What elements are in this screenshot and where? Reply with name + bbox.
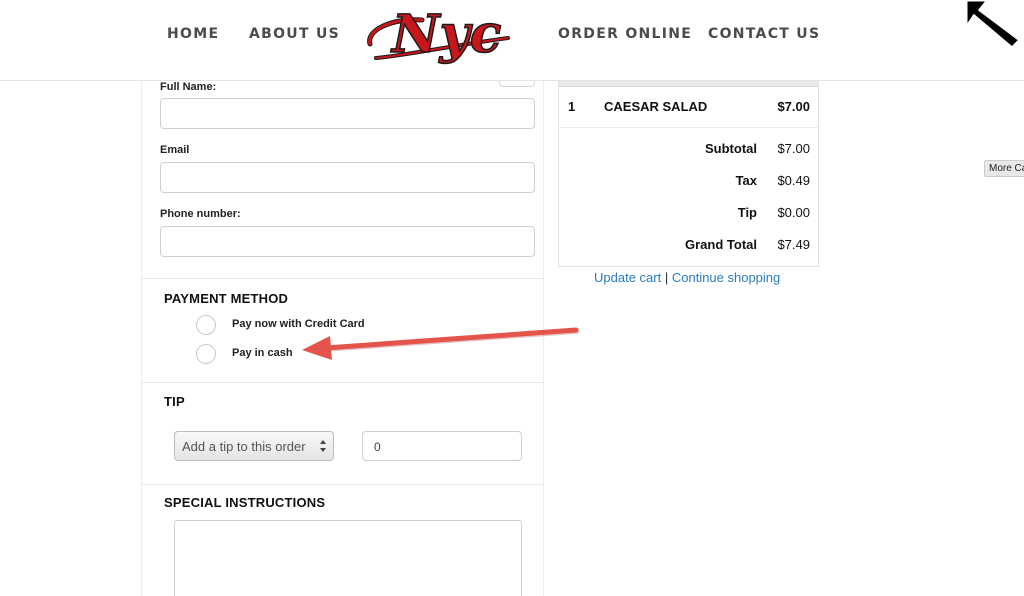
tip-select-value: Add a tip to this order — [182, 439, 306, 454]
grand-total-value: $7.49 — [777, 237, 810, 252]
nav-about-link[interactable]: ABOUT US — [249, 26, 340, 42]
update-cart-link[interactable]: Update cart — [594, 270, 661, 285]
cash-radio[interactable] — [196, 344, 216, 364]
section-divider — [142, 484, 544, 485]
special-instructions-textarea[interactable] — [174, 520, 522, 596]
cart-item-qty: 1 — [568, 99, 576, 114]
credit-card-radio[interactable] — [196, 315, 216, 335]
phone-input[interactable] — [160, 226, 535, 257]
full-name-label: Full Name: — [160, 81, 217, 93]
full-name-input[interactable] — [160, 98, 535, 129]
phone-label: Phone number: — [160, 208, 241, 220]
cart-divider — [559, 127, 818, 128]
site-header: HOME ABOUT US Nyc ORDER ONLINE CONTACT U… — [0, 0, 1024, 81]
tax-value: $0.49 — [777, 173, 810, 188]
cart-links: Update cart | Continue shopping — [594, 270, 780, 285]
subtotal-value: $7.00 — [777, 141, 810, 156]
tip-total-label: Tip — [737, 205, 757, 220]
section-divider — [142, 382, 544, 383]
special-instructions-title: SPECIAL INSTRUCTIONS — [164, 495, 326, 510]
annotation-arrow-icon — [302, 327, 579, 360]
cart-item-name: CAESAR SALAD — [604, 99, 708, 114]
continue-shopping-link[interactable]: Continue shopping — [672, 270, 780, 285]
cash-label[interactable]: Pay in cash — [232, 347, 293, 359]
email-input[interactable] — [160, 162, 535, 193]
tip-amount-input[interactable]: 0 — [362, 431, 522, 461]
nav-order-online-link[interactable]: ORDER ONLINE — [558, 26, 692, 42]
section-divider — [142, 278, 544, 279]
tip-select[interactable]: Add a tip to this order — [174, 431, 334, 461]
nav-home-link[interactable]: HOME — [167, 26, 219, 42]
grand-total-label: Grand Total — [685, 237, 757, 252]
subtotal-label: Subtotal — [705, 141, 757, 156]
nyc-logo[interactable]: Nyc — [362, 0, 512, 74]
cart-item-price: $7.00 — [777, 99, 810, 114]
email-label: Email — [160, 144, 190, 156]
cart-header-bar — [559, 81, 818, 87]
more-tooltip: More Ca — [984, 160, 1024, 177]
tip-title: TIP — [164, 394, 185, 409]
logo-wordmark: Nyc — [390, 4, 501, 65]
tax-label: Tax — [735, 173, 757, 188]
cart-summary: 1 CAESAR SALAD $7.00 Subtotal $7.00 Tax … — [558, 81, 819, 267]
link-separator: | — [664, 270, 669, 285]
mouse-cursor-icon — [964, 0, 1023, 48]
nav-contact-link[interactable]: CONTACT US — [708, 26, 820, 42]
select-updown-icon — [320, 440, 326, 452]
payment-method-title: PAYMENT METHOD — [164, 291, 289, 306]
tip-total-value: $0.00 — [777, 205, 810, 220]
